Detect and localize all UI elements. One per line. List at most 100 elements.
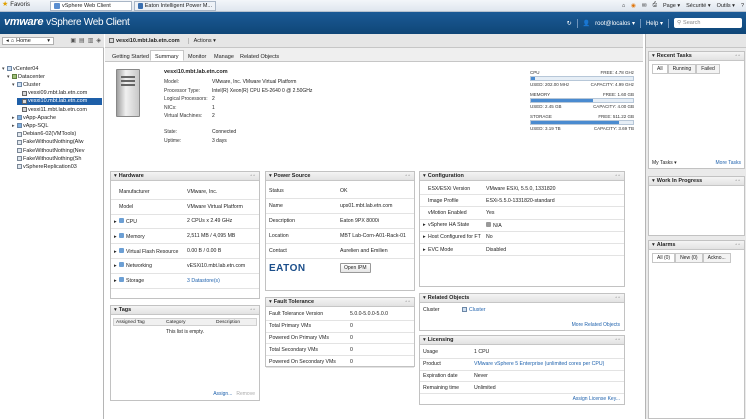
- collapse-icon[interactable]: ▾: [652, 53, 655, 59]
- panel-tools-icon[interactable]: ▫▫: [735, 53, 741, 59]
- collapse-icon[interactable]: ▾: [652, 178, 655, 184]
- tree-item[interactable]: Debian6-02(VMTools): [12, 131, 102, 138]
- collapse-icon[interactable]: ▾: [269, 299, 272, 305]
- tab-related-objects[interactable]: Related Objects: [235, 50, 284, 61]
- tools-menu[interactable]: Outils ▾: [717, 3, 735, 9]
- info-row[interactable]: ▸ vSphere HA State N/A: [420, 220, 624, 232]
- print-icon[interactable]: ⎙: [653, 2, 657, 9]
- info-row[interactable]: ▸ Memory 2,511 MB / 4,095 MB: [111, 229, 259, 245]
- vms-view-icon[interactable]: ▤: [79, 37, 85, 44]
- info-row[interactable]: ▸ CPU 2 CPUs x 2.49 GHz: [111, 215, 259, 230]
- remove-tag-link[interactable]: Remove: [236, 391, 255, 397]
- rss-icon[interactable]: ◉: [631, 3, 636, 9]
- tree-item[interactable]: FakeWithoutNothing(Alw: [12, 139, 102, 146]
- mail-icon[interactable]: ✉: [642, 3, 647, 9]
- user-menu[interactable]: root@localos ▾: [595, 20, 635, 27]
- portlet-tools-icon[interactable]: ▫▫: [250, 307, 256, 313]
- portlet-tools-icon[interactable]: ▫▫: [405, 299, 411, 305]
- tab-all-alarms[interactable]: All (0): [652, 253, 676, 263]
- column-assigned-tag[interactable]: Assigned Tag: [116, 320, 145, 325]
- tab-new-alarms[interactable]: New (0): [675, 253, 703, 263]
- assign-tag-link[interactable]: Assign...: [213, 391, 232, 397]
- expand-toggle-icon[interactable]: ▾: [12, 82, 16, 88]
- browser-tab-eaton[interactable]: Eaton Intelligent Power M...: [134, 1, 216, 11]
- more-tasks-link[interactable]: More Tasks: [716, 160, 741, 166]
- tab-failed[interactable]: Failed: [696, 64, 720, 74]
- tab-monitor[interactable]: Monitor: [183, 50, 211, 61]
- expand-toggle-icon[interactable]: ▸: [12, 115, 16, 121]
- home-browser-icon[interactable]: ⌂: [622, 3, 625, 9]
- tab-running[interactable]: Running: [667, 64, 697, 74]
- portlet-header[interactable]: ▾ Tags ▫▫: [111, 306, 259, 315]
- column-description[interactable]: Description: [216, 320, 240, 325]
- expand-toggle-icon[interactable]: ▾: [7, 74, 11, 80]
- info-row[interactable]: ▸ Virtual Flash Resource 0.00 B / 0.00 B: [111, 244, 259, 259]
- open-ipm-button[interactable]: Open IPM: [340, 263, 371, 273]
- more-related-objects-link[interactable]: More Related Objects: [572, 322, 620, 328]
- portlet-header[interactable]: ▾ Power Source ▫▫: [266, 172, 414, 181]
- tree-item[interactable]: ▾ Datacenter: [7, 73, 102, 80]
- tab-all[interactable]: All: [652, 64, 668, 74]
- collapse-icon[interactable]: ▾: [423, 173, 426, 179]
- info-row[interactable]: ▸ Storage 3 Datastore(s): [111, 274, 259, 289]
- network-view-icon[interactable]: ◈: [96, 37, 101, 44]
- column-category[interactable]: Category: [166, 320, 185, 325]
- portlet-header[interactable]: ▾ Hardware ▫▫: [111, 172, 259, 181]
- my-tasks-menu[interactable]: My Tasks ▾: [652, 160, 677, 166]
- portlet-tools-icon[interactable]: ▫▫: [615, 295, 621, 301]
- collapse-icon[interactable]: ▾: [114, 173, 117, 179]
- panel-header[interactable]: ▾ Alarms ▫▫: [649, 241, 744, 250]
- panel-header[interactable]: ▾ Recent Tasks ▫▫: [649, 52, 744, 61]
- portlet-tools-icon[interactable]: ▫▫: [405, 173, 411, 179]
- row-value[interactable]: VMware vSphere 5 Enterprise (unlimited c…: [474, 361, 604, 367]
- tree-item[interactable]: ▸ vApp-Apache: [12, 114, 102, 121]
- actions-menu[interactable]: Actions ▾: [187, 37, 216, 44]
- tree-item[interactable]: FakeWithoutNothing(Nev: [12, 147, 102, 154]
- panel-tools-icon[interactable]: ▫▫: [735, 242, 741, 248]
- assign-license-link[interactable]: Assign License Key...: [573, 396, 620, 402]
- cluster-link[interactable]: Cluster: [462, 307, 485, 313]
- panel-tools-icon[interactable]: ▫▫: [735, 178, 741, 184]
- tree-item[interactable]: ▸ vApp-SQL: [12, 122, 102, 129]
- search-input[interactable]: ⚲ Search: [674, 18, 742, 28]
- expand-toggle-icon[interactable]: ▸: [12, 123, 16, 129]
- portlet-header[interactable]: ▾ Related Objects ▫▫: [420, 294, 624, 303]
- home-button[interactable]: ◂ ⌂ Home ▾: [2, 37, 54, 45]
- collapse-icon[interactable]: ▾: [652, 242, 655, 248]
- tree-item[interactable]: FakeWithoutNothing(Sh: [12, 155, 102, 162]
- collapse-icon[interactable]: ▾: [269, 173, 272, 179]
- collapse-icon[interactable]: ▾: [423, 295, 426, 301]
- favorites-button[interactable]: ★ Favoris: [2, 1, 30, 8]
- collapse-icon[interactable]: ▾: [114, 307, 117, 313]
- portlet-tools-icon[interactable]: ▫▫: [615, 337, 621, 343]
- expand-toggle-icon[interactable]: ▾: [2, 66, 6, 72]
- portlet-header[interactable]: ▾ Licensing ▫▫: [420, 336, 624, 345]
- tree-item[interactable]: vesxi11.mbt.lab.etn.com: [17, 106, 102, 113]
- portlet-header[interactable]: ▾ Fault Tolerance ▫▫: [266, 298, 414, 307]
- portlet-header[interactable]: ▾ Configuration ▫▫: [420, 172, 624, 181]
- panel-header[interactable]: ▾ Work In Progress ▫▫: [649, 177, 744, 186]
- tree-item[interactable]: ▾ vCenter04: [2, 65, 102, 72]
- info-row[interactable]: ▸ EVC Mode Disabled: [420, 244, 624, 257]
- tree-item[interactable]: vesxi09.mbt.lab.etn.com: [17, 90, 102, 97]
- info-row[interactable]: ▸ Host Configured for FT No: [420, 232, 624, 244]
- help-circle-icon[interactable]: ?: [741, 3, 744, 9]
- tab-getting-started[interactable]: Getting Started: [107, 50, 154, 61]
- refresh-icon[interactable]: ↻: [567, 20, 572, 27]
- portlet-tools-icon[interactable]: ▫▫: [615, 173, 621, 179]
- tree-item[interactable]: vesxi10.mbt.lab.etn.com: [17, 97, 102, 105]
- storage-view-icon[interactable]: ▥: [88, 37, 94, 44]
- portlet-tools-icon[interactable]: ▫▫: [250, 173, 256, 179]
- collapse-icon[interactable]: ▾: [423, 337, 426, 343]
- browser-tab-vsphere[interactable]: vSphere Web Client: [50, 1, 132, 11]
- page-menu[interactable]: Page ▾: [663, 3, 680, 9]
- tree-item[interactable]: vSphereReplication03: [12, 163, 102, 170]
- hosts-view-icon[interactable]: ▣: [70, 37, 76, 44]
- tab-acknowledged-alarms[interactable]: Ackno...: [702, 253, 731, 263]
- security-menu[interactable]: Sécurité ▾: [686, 3, 710, 9]
- info-row[interactable]: ▸ Networking vESXi10.mbt.lab.etn.com: [111, 259, 259, 274]
- row-value[interactable]: 3 Datastore(s): [187, 278, 220, 284]
- tab-summary[interactable]: Summary: [150, 50, 184, 61]
- help-menu[interactable]: Help ▾: [646, 20, 663, 27]
- tree-item[interactable]: ▾ Cluster: [12, 81, 102, 88]
